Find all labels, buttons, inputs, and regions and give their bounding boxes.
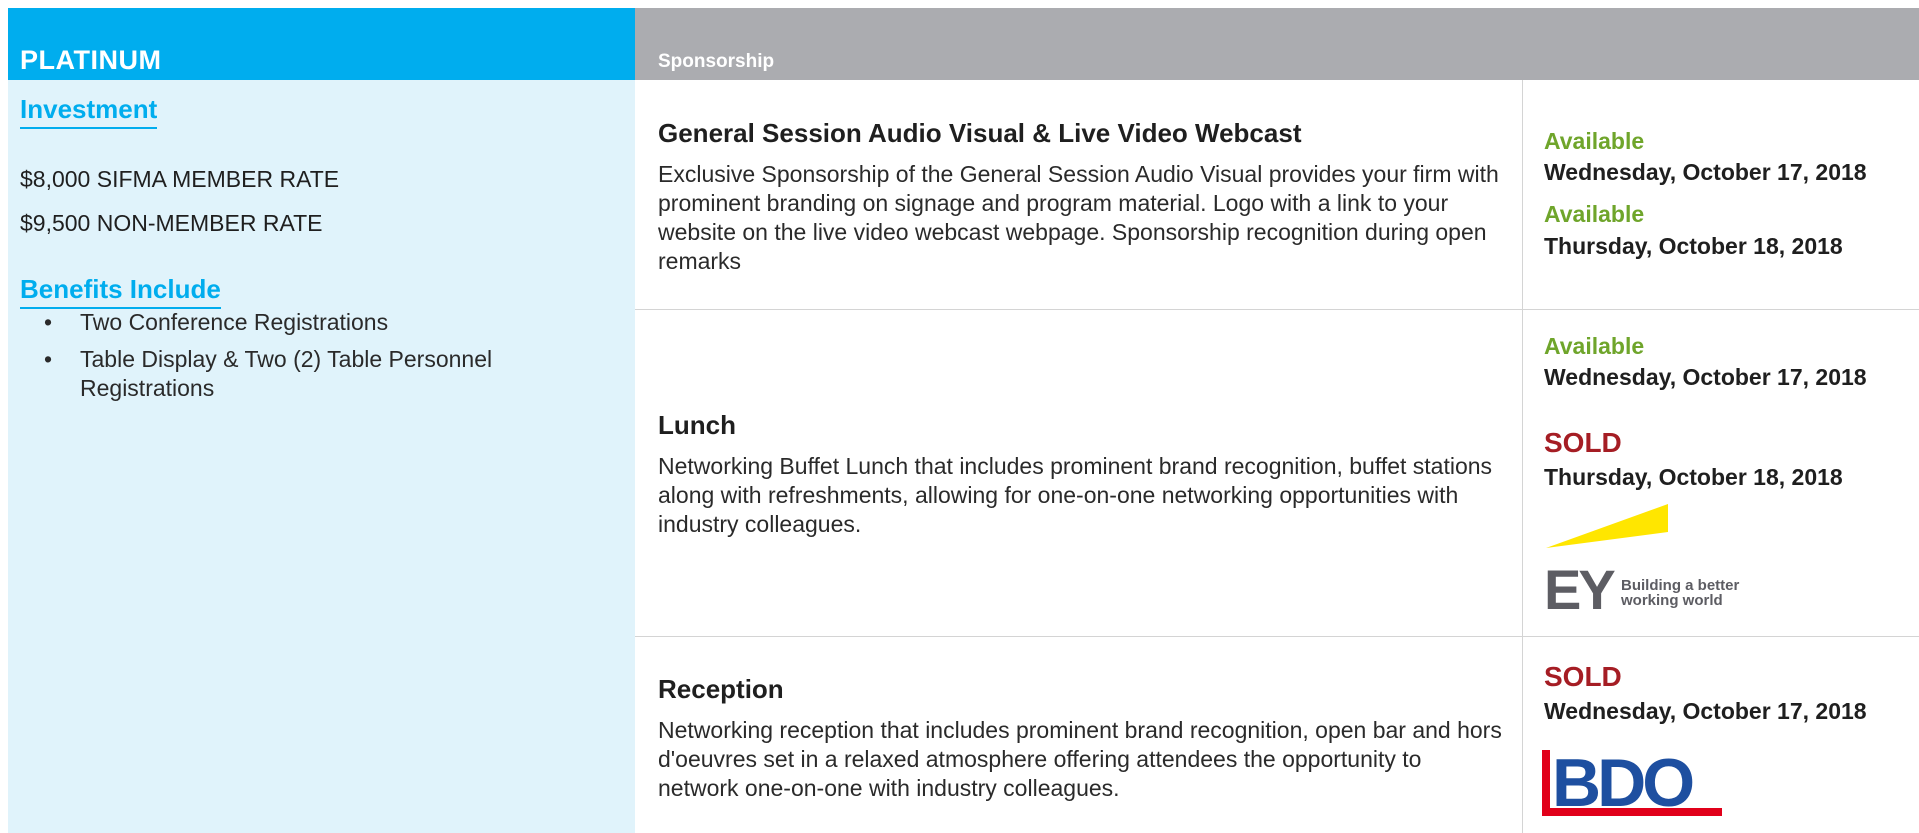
bdo-bar-icon — [1542, 750, 1550, 816]
row-description: Networking reception that includes promi… — [658, 717, 1502, 801]
non-member-rate: $9,500 NON-MEMBER RATE — [20, 210, 323, 236]
sponsorship-header: Sponsorship — [635, 8, 1919, 80]
platinum-panel: PLATINUM Investment $8,000 SIFMA MEMBER … — [8, 8, 635, 833]
row-description: Networking Buffet Lunch that includes pr… — [658, 453, 1493, 537]
status-badge: Available — [1544, 201, 1645, 227]
ey-tagline: working world — [1620, 592, 1723, 609]
ey-logo: EY Building a better working world — [1544, 504, 1740, 610]
slot-date: Thursday, October 18, 2018 — [1544, 464, 1843, 490]
slot-date: Wednesday, October 17, 2018 — [1544, 698, 1867, 724]
bdo-logo: BDO — [1542, 745, 1722, 820]
member-rate: $8,000 SIFMA MEMBER RATE — [20, 166, 340, 192]
sponsorship-page: PLATINUM Investment $8,000 SIFMA MEMBER … — [0, 0, 1919, 833]
slot-date: Wednesday, October 17, 2018 — [1544, 364, 1867, 390]
benefit-item: Table Display & Two (2) Table Personnel … — [42, 345, 602, 403]
row-divider — [635, 636, 1919, 637]
tier-header: PLATINUM — [8, 8, 635, 80]
status-badge: Available — [1544, 333, 1645, 359]
ey-brand: EY — [1544, 558, 1615, 610]
tier-title: PLATINUM — [20, 45, 162, 75]
row-divider — [635, 309, 1919, 310]
sponsorship-label: Sponsorship — [658, 51, 775, 72]
ey-beam-icon — [1546, 504, 1668, 548]
benefits-list: Two Conference Registrations Table Displ… — [42, 308, 602, 411]
benefits-heading: Benefits Include — [20, 274, 221, 309]
investment-heading: Investment — [20, 94, 158, 129]
status-badge: Available — [1544, 128, 1645, 154]
status-badge: SOLD — [1544, 427, 1622, 458]
row-description: Exclusive Sponsorship of the General Ses… — [658, 161, 1499, 274]
bdo-brand: BDO — [1552, 745, 1693, 820]
status-badge: SOLD — [1544, 661, 1622, 692]
column-divider — [1522, 80, 1523, 833]
benefit-item: Two Conference Registrations — [42, 308, 602, 337]
row-title: Reception — [658, 674, 784, 704]
row-title: General Session Audio Visual & Live Vide… — [658, 118, 1302, 148]
slot-date: Thursday, October 18, 2018 — [1544, 233, 1843, 259]
slot-date: Wednesday, October 17, 2018 — [1544, 159, 1867, 185]
row-title: Lunch — [658, 410, 736, 440]
